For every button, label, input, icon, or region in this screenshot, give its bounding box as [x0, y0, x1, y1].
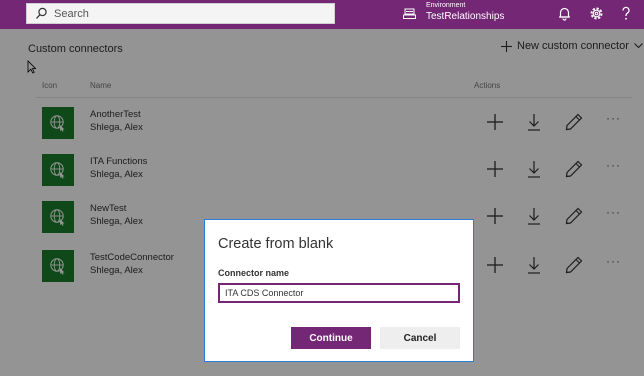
environment-name: TestRelationships [426, 11, 505, 22]
search-box[interactable]: Search [26, 3, 335, 24]
search-icon [36, 7, 47, 19]
cancel-button[interactable]: Cancel [380, 327, 460, 349]
environment-selector[interactable]: Environment TestRelationships [426, 1, 504, 24]
help-icon[interactable] [621, 6, 631, 21]
connector-name-label: Connector name [218, 268, 290, 278]
dialog-title: Create from blank [218, 236, 334, 252]
continue-button[interactable]: Continue [291, 327, 371, 349]
bell-icon[interactable] [558, 6, 571, 21]
environment-label: Environment [426, 2, 466, 9]
gear-icon[interactable] [589, 6, 604, 21]
top-bar: Search Environment TestRelationships [0, 0, 644, 29]
search-placeholder: Search [54, 8, 89, 20]
create-from-blank-dialog: Create from blank Connector name Continu… [204, 219, 474, 362]
environment-icon[interactable] [403, 7, 416, 20]
connector-name-input[interactable] [218, 283, 460, 303]
